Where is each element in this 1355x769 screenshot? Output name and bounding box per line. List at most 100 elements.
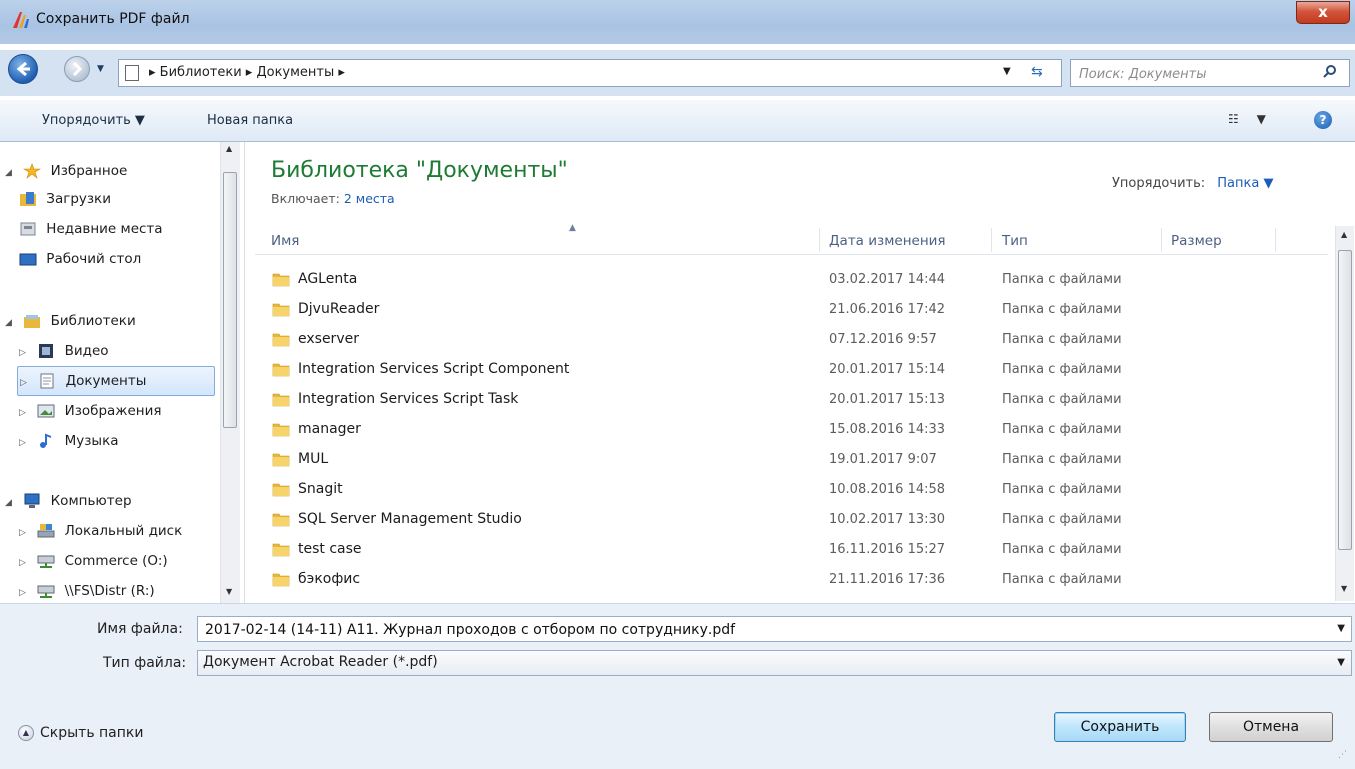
expand-triangle-icon[interactable]: ◢	[5, 490, 19, 516]
file-date: 10.08.2016 14:58	[829, 482, 946, 497]
nav-label: \\FS\Distr (R:)	[64, 583, 155, 599]
table-row[interactable]: Integration Services Script Component 20.…	[255, 356, 1328, 386]
breadcrumb-documents[interactable]: Документы	[256, 65, 334, 80]
file-list-scrollbar-thumb[interactable]	[1338, 250, 1352, 550]
nav-scrollbar[interactable]: ▲ ▼	[220, 142, 240, 603]
library-includes: Включает: 2 места	[271, 191, 395, 206]
nav-item-desktop[interactable]: Рабочий стол	[19, 246, 141, 272]
column-divider[interactable]	[819, 228, 820, 252]
chevron-down-icon[interactable]: ▼	[1337, 657, 1345, 668]
folder-icon	[272, 333, 290, 347]
includes-locations-link[interactable]: 2 места	[344, 191, 395, 206]
table-row[interactable]: SQL Server Management Studio 10.02.2017 1…	[255, 506, 1328, 536]
expand-triangle-icon[interactable]: ◢	[5, 310, 19, 336]
nav-scrollbar-thumb[interactable]	[223, 172, 237, 428]
local-disk-icon	[37, 524, 55, 538]
nav-label: Загрузки	[46, 191, 111, 207]
collapsed-triangle-icon[interactable]: ▷	[19, 520, 33, 546]
search-icon[interactable]	[1323, 64, 1337, 78]
filename-input[interactable]	[203, 620, 1317, 640]
file-name: Integration Services Script Component	[298, 361, 570, 377]
command-bar: Упорядочить ▼ Новая папка ☷ ▼ ?	[0, 100, 1355, 142]
collapsed-triangle-icon[interactable]: ▷	[19, 430, 33, 456]
chevron-up-icon: ▲	[18, 725, 34, 741]
chevron-down-icon[interactable]: ▼	[1337, 623, 1345, 634]
breadcrumb-separator-icon[interactable]: ▸	[338, 65, 345, 80]
forward-button[interactable]	[64, 56, 90, 82]
nav-item-downloads[interactable]: Загрузки	[19, 186, 111, 212]
back-button[interactable]	[8, 54, 38, 84]
table-row[interactable]: test case 16.11.2016 15:27 Папка с файлами	[255, 536, 1328, 566]
table-row[interactable]: Snagit 10.08.2016 14:58 Папка с файлами	[255, 476, 1328, 506]
column-divider[interactable]	[1275, 228, 1276, 252]
table-row[interactable]: exserver 07.12.2016 9:57 Папка с файлами	[255, 326, 1328, 356]
resize-grip-icon[interactable]: ⋰	[1338, 750, 1347, 760]
folder-icon	[272, 453, 290, 467]
nav-item-music[interactable]: ▷ Музыка	[19, 428, 119, 454]
column-divider[interactable]	[1161, 228, 1162, 252]
file-date: 19.01.2017 9:07	[829, 452, 937, 467]
cancel-button[interactable]: Отмена	[1209, 712, 1333, 742]
table-row[interactable]: бэкофис 21.11.2016 17:36 Папка с файлами	[255, 566, 1328, 596]
filename-combobox: ▼	[197, 616, 1352, 642]
new-folder-button[interactable]: Новая папка	[207, 113, 293, 128]
filename-label: Имя файла:	[97, 621, 183, 637]
folder-icon	[272, 363, 290, 377]
expand-triangle-icon[interactable]: ◢	[5, 160, 19, 186]
collapsed-triangle-icon[interactable]: ▷	[19, 340, 33, 366]
nav-item-distr-drive[interactable]: ▷ \\FS\Distr (R:)	[19, 578, 155, 603]
file-date: 16.11.2016 15:27	[829, 542, 946, 557]
address-bar[interactable]: ▸ Библиотеки ▸ Документы ▸ ▼ ⇆	[118, 59, 1062, 87]
scroll-up-icon[interactable]: ▲	[1341, 230, 1347, 239]
nav-libraries[interactable]: ◢ Библиотеки	[5, 308, 136, 334]
column-divider[interactable]	[991, 228, 992, 252]
refresh-icon[interactable]: ⇆	[1031, 64, 1043, 80]
scroll-down-icon[interactable]: ▼	[226, 587, 232, 596]
downloads-folder-icon	[20, 192, 36, 206]
collapsed-triangle-icon[interactable]: ▷	[20, 369, 34, 397]
close-button[interactable]: x	[1296, 1, 1350, 24]
hide-folders-button[interactable]: ▲ Скрыть папки	[18, 725, 143, 741]
file-date: 10.02.2017 13:30	[829, 512, 946, 527]
column-name[interactable]: Имя	[271, 233, 299, 249]
title-bar: Сохранить PDF файл x	[0, 0, 1355, 44]
view-options-button[interactable]: ☷ ▼	[1228, 112, 1266, 126]
filetype-select[interactable]: Документ Acrobat Reader (*.pdf) ▼	[197, 650, 1352, 676]
address-dropdown-icon[interactable]: ▼	[1003, 66, 1011, 77]
search-input[interactable]	[1077, 63, 1311, 85]
nav-label: Недавние места	[46, 221, 163, 237]
table-row[interactable]: MUL 19.01.2017 9:07 Папка с файлами	[255, 446, 1328, 476]
breadcrumb-libraries[interactable]: Библиотеки	[160, 65, 242, 80]
nav-item-recent-places[interactable]: Недавние места	[19, 216, 163, 242]
nav-item-video[interactable]: ▷ Видео	[19, 338, 109, 364]
column-size[interactable]: Размер	[1171, 233, 1222, 249]
file-list-scrollbar[interactable]: ▲ ▼	[1335, 226, 1354, 601]
back-arrow-icon	[16, 61, 30, 77]
table-row[interactable]: DjvuReader 21.06.2016 17:42 Папка с файлам…	[255, 296, 1328, 326]
nav-item-images[interactable]: ▷ Изображения	[19, 398, 162, 424]
arrange-label: Упорядочить:	[1112, 176, 1206, 191]
collapsed-triangle-icon[interactable]: ▷	[19, 580, 33, 603]
help-icon[interactable]: ?	[1314, 111, 1332, 129]
save-button[interactable]: Сохранить	[1054, 712, 1186, 742]
nav-item-local-disk[interactable]: ▷ Локальный диск	[19, 518, 182, 544]
table-row[interactable]: AGLenta 03.02.2017 14:44 Папка с файлами	[255, 266, 1328, 296]
file-date: 20.01.2017 15:13	[829, 392, 946, 407]
scroll-down-icon[interactable]: ▼	[1341, 584, 1347, 593]
table-row[interactable]: Integration Services Script Task 20.01.20…	[255, 386, 1328, 416]
history-dropdown-icon[interactable]: ▼	[97, 64, 104, 74]
column-type[interactable]: Тип	[1002, 233, 1028, 249]
nav-computer[interactable]: ◢ Компьютер	[5, 488, 132, 514]
file-type: Папка с файлами	[1002, 362, 1122, 377]
view-list-icon: ☷	[1228, 112, 1239, 126]
table-row[interactable]: manager 15.08.2016 14:33 Папка с файлами	[255, 416, 1328, 446]
arrange-by-dropdown[interactable]: Папка ▼	[1217, 176, 1273, 191]
column-date[interactable]: Дата изменения	[829, 233, 946, 249]
organize-button[interactable]: Упорядочить ▼	[42, 113, 145, 128]
nav-item-commerce-drive[interactable]: ▷ Commerce (O:)	[19, 548, 168, 574]
scroll-up-icon[interactable]: ▲	[226, 144, 232, 153]
collapsed-triangle-icon[interactable]: ▷	[19, 550, 33, 576]
nav-item-documents[interactable]: ▷ Документы	[17, 366, 215, 396]
collapsed-triangle-icon[interactable]: ▷	[19, 400, 33, 426]
nav-favorites[interactable]: ◢ Избранное	[5, 158, 127, 184]
